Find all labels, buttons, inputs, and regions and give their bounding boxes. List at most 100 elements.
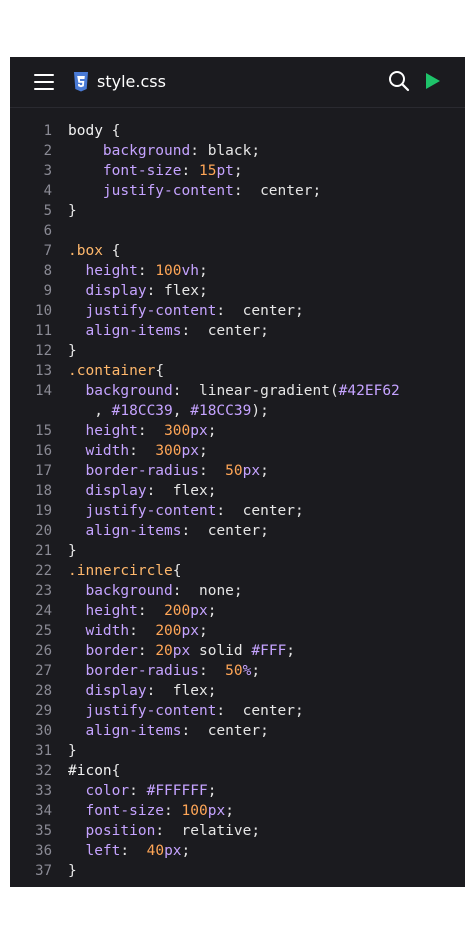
code-line[interactable]: 20 align-items: center;: [10, 521, 465, 541]
token-unit: px: [190, 603, 208, 619]
token-pun: ;: [295, 303, 304, 319]
token-pun: {: [111, 243, 121, 259]
line-number: 25: [35, 623, 52, 639]
token-prop: justify-content: [102, 183, 234, 199]
line-number: 26: [35, 643, 52, 659]
code-line[interactable]: 29 justify-content: center;: [10, 701, 465, 721]
code-line[interactable]: 11 align-items: center;: [10, 321, 465, 341]
token-hex: #18CC39: [190, 403, 252, 419]
line-number: 6: [43, 223, 52, 239]
code-text: width: 300px;: [68, 441, 208, 461]
code-line[interactable]: 12}: [10, 341, 465, 361]
code-line[interactable]: 28 display: flex;: [10, 681, 465, 701]
code-line[interactable]: 31}: [10, 741, 465, 761]
code-line[interactable]: 7 .box {: [10, 241, 465, 261]
token-pun: ;: [295, 703, 304, 719]
token-pun: ;: [207, 603, 217, 619]
code-editor: style.css 1 body {2 background: black; 3 f…: [10, 57, 465, 887]
token-val: flex: [164, 283, 199, 299]
token-pun: [68, 603, 85, 619]
code-line[interactable]: 8 height: 100vh;: [10, 261, 465, 281]
code-line[interactable]: 9 display: flex;: [10, 281, 465, 301]
token-pun: ;: [260, 523, 269, 539]
token-num: 20: [155, 643, 173, 659]
code-line[interactable]: 27 border-radius: 50%;: [10, 661, 465, 681]
token-prop: align-items: [85, 523, 182, 539]
code-text: align-items: center;: [68, 321, 269, 341]
token-pun: );: [251, 403, 269, 419]
code-text: display: flex;: [68, 681, 216, 701]
code-line[interactable]: 37}: [10, 861, 465, 881]
token-pun: :: [216, 503, 243, 519]
play-run-icon[interactable]: [425, 72, 441, 90]
code-text: .box {: [68, 241, 120, 261]
code-text: }: [68, 861, 77, 881]
file-name: style.css: [97, 72, 166, 91]
code-line[interactable]: 21}: [10, 541, 465, 561]
token-val: solid: [190, 643, 252, 659]
code-line[interactable]: 10 justify-content: center;: [10, 301, 465, 321]
code-line[interactable]: 15 height: 300px;: [10, 421, 465, 441]
token-unit: px: [207, 803, 226, 819]
token-pun: ;: [233, 583, 243, 599]
token-val: black: [198, 143, 252, 159]
line-number: 19: [35, 503, 52, 519]
token-pun: {: [111, 763, 121, 779]
code-line[interactable]: 30 align-items: center;: [10, 721, 465, 741]
token-cls: .box: [68, 243, 112, 259]
token-pun: :: [146, 683, 173, 699]
line-number: 14: [35, 383, 52, 399]
code-line[interactable]: 25 width: 200px;: [10, 621, 465, 641]
code-line[interactable]: 19 justify-content: center;: [10, 501, 465, 521]
line-number: 31: [35, 743, 52, 759]
code-line[interactable]: 5}: [10, 201, 465, 221]
token-prop: font-size: [85, 803, 165, 819]
token-pun: :: [137, 643, 156, 659]
token-pun: :: [190, 143, 199, 159]
token-val: linear-gradient: [198, 383, 330, 399]
token-pun: :: [198, 463, 226, 479]
code-line[interactable]: 26 border: 20px solid #FFF;: [10, 641, 465, 661]
code-text: justify-content: center;: [68, 701, 304, 721]
token-pun: ;: [199, 443, 208, 459]
code-line[interactable]: 13 .container{: [10, 361, 465, 381]
token-unit: px: [190, 423, 208, 439]
token-num: 100: [181, 803, 208, 819]
code-line[interactable]: 1 body {: [10, 121, 465, 141]
line-number: 12: [35, 343, 52, 359]
code-line[interactable]: , #18CC39, #18CC39);: [10, 401, 465, 421]
code-line[interactable]: 35 position: relative;: [10, 821, 465, 841]
token-unit: px: [181, 623, 199, 639]
line-number: 4: [43, 183, 52, 199]
code-line[interactable]: 23 background: none;: [10, 581, 465, 601]
code-line[interactable]: 3 font-size: 15pt;: [10, 161, 465, 181]
token-pun: [68, 583, 85, 599]
line-number: 21: [35, 543, 52, 559]
code-line[interactable]: 17 border-radius: 50px;: [10, 461, 465, 481]
hamburger-menu-icon[interactable]: [34, 73, 54, 91]
token-pun: :: [181, 723, 208, 739]
token-val: relative: [181, 823, 252, 839]
code-line[interactable]: 22 .innercircle{: [10, 561, 465, 581]
code-line[interactable]: 14 background: linear-gradient(#42EF62: [10, 381, 465, 401]
code-line[interactable]: 32 #icon{: [10, 761, 465, 781]
search-icon[interactable]: [388, 70, 410, 92]
code-line[interactable]: 6: [10, 221, 465, 241]
token-pun: :: [137, 263, 156, 279]
token-pun: ;: [251, 823, 261, 839]
token-pun: ;: [260, 323, 269, 339]
code-text: height: 300px;: [68, 421, 216, 441]
code-line[interactable]: 34 font-size: 100px;: [10, 801, 465, 821]
code-line[interactable]: 33 color: #FFFFFF;: [10, 781, 465, 801]
code-line[interactable]: 2 background: black;: [10, 141, 465, 161]
code-line[interactable]: 4 justify-content: center;: [10, 181, 465, 201]
code-line[interactable]: 24 height: 200px;: [10, 601, 465, 621]
token-prop: justify-content: [85, 503, 217, 519]
code-line[interactable]: 16 width: 300px;: [10, 441, 465, 461]
code-line[interactable]: 18 display: flex;: [10, 481, 465, 501]
code-text: display: flex;: [68, 481, 216, 501]
code-area[interactable]: 1 body {2 background: black; 3 font-size: …: [10, 121, 465, 881]
token-cls: .container: [68, 363, 156, 379]
code-text: font-size: 100px;: [68, 801, 233, 821]
code-line[interactable]: 36 left: 40px;: [10, 841, 465, 861]
